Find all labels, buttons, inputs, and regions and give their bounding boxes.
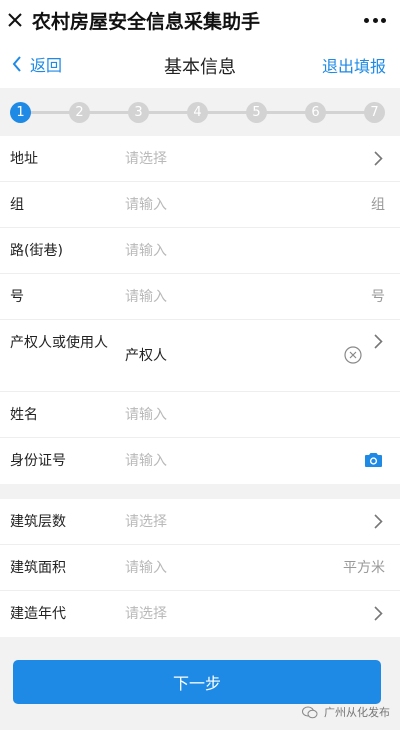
step-3: 3 (128, 102, 149, 123)
group-row: 组 请输入 组 (0, 182, 400, 228)
road-label: 路(街巷) (10, 243, 63, 259)
close-button[interactable] (0, 0, 30, 40)
floors-label: 建筑层数 (10, 514, 66, 530)
owner-type-select[interactable]: 产权人 (125, 320, 167, 392)
owner-type-label: 产权人或使用人 (10, 335, 108, 351)
area-label: 建筑面积 (10, 560, 66, 576)
id-number-input[interactable]: 请输入 (125, 438, 167, 484)
basic-info-section: 地址 请选择 组 请输入 组 路(街巷) 请输入 号 请输入 号 产权人或使用人… (0, 136, 400, 484)
number-row: 号 请输入 号 (0, 274, 400, 320)
number-label: 号 (10, 289, 24, 305)
more-dot-icon (372, 17, 378, 23)
name-row: 姓名 请输入 (0, 392, 400, 438)
group-label: 组 (10, 197, 24, 213)
chevron-right-icon (374, 151, 383, 166)
footer: 下一步 广州从化发布 (0, 641, 400, 730)
chevron-right-icon (374, 606, 383, 621)
owner-type-row[interactable]: 产权人或使用人 产权人 (0, 320, 400, 392)
close-icon (8, 13, 22, 27)
exit-button[interactable]: 退出填报 (322, 53, 386, 77)
name-input[interactable]: 请输入 (125, 392, 167, 438)
road-input[interactable]: 请输入 (125, 228, 167, 274)
building-info-section: 建筑层数 请选择 建筑面积 请输入 平方米 建造年代 请选择 (0, 499, 400, 637)
step-7: 7 (364, 102, 385, 123)
year-row[interactable]: 建造年代 请选择 (0, 591, 400, 637)
address-select[interactable]: 请选择 (125, 136, 167, 182)
back-label: 返回 (30, 56, 63, 75)
number-input[interactable]: 请输入 (125, 274, 167, 320)
chevron-left-icon (12, 56, 21, 72)
name-label: 姓名 (10, 407, 38, 423)
more-dot-icon (364, 17, 369, 23)
app-title: 农村房屋安全信息采集助手 (32, 10, 261, 33)
year-label: 建造年代 (10, 606, 66, 622)
wechat-icon (302, 706, 318, 718)
next-step-button[interactable]: 下一步 (13, 660, 381, 704)
more-dot-icon (381, 17, 386, 23)
id-number-label: 身份证号 (10, 453, 66, 469)
road-row: 路(街巷) 请输入 (0, 228, 400, 274)
year-select[interactable]: 请选择 (125, 591, 167, 637)
group-unit: 组 (371, 197, 385, 213)
step-4: 4 (187, 102, 208, 123)
back-button[interactable]: 返回 (12, 40, 62, 88)
step-indicator: 1 2 3 4 5 6 7 (0, 88, 400, 136)
step-6: 6 (305, 102, 326, 123)
address-label: 地址 (10, 151, 38, 167)
nav-bar: 基本信息 返回 退出填报 (0, 40, 400, 88)
chevron-right-icon (374, 514, 383, 529)
watermark: 广州从化发布 (302, 704, 390, 720)
clear-icon[interactable] (344, 346, 362, 364)
floors-row[interactable]: 建筑层数 请选择 (0, 499, 400, 545)
number-unit: 号 (371, 289, 385, 305)
area-unit: 平方米 (343, 560, 385, 576)
floors-select[interactable]: 请选择 (125, 499, 167, 545)
chevron-right-icon (374, 334, 383, 349)
more-button[interactable] (364, 10, 386, 30)
id-number-row: 身份证号 请输入 (0, 438, 400, 484)
app-titlebar: 农村房屋安全信息采集助手 (0, 0, 400, 40)
camera-icon[interactable] (364, 452, 383, 468)
step-2: 2 (69, 102, 90, 123)
step-1: 1 (10, 102, 31, 123)
address-row[interactable]: 地址 请选择 (0, 136, 400, 182)
watermark-text: 广州从化发布 (324, 706, 390, 719)
group-input[interactable]: 请输入 (125, 182, 167, 228)
area-input[interactable]: 请输入 (125, 545, 167, 591)
step-5: 5 (246, 102, 267, 123)
area-row: 建筑面积 请输入 平方米 (0, 545, 400, 591)
